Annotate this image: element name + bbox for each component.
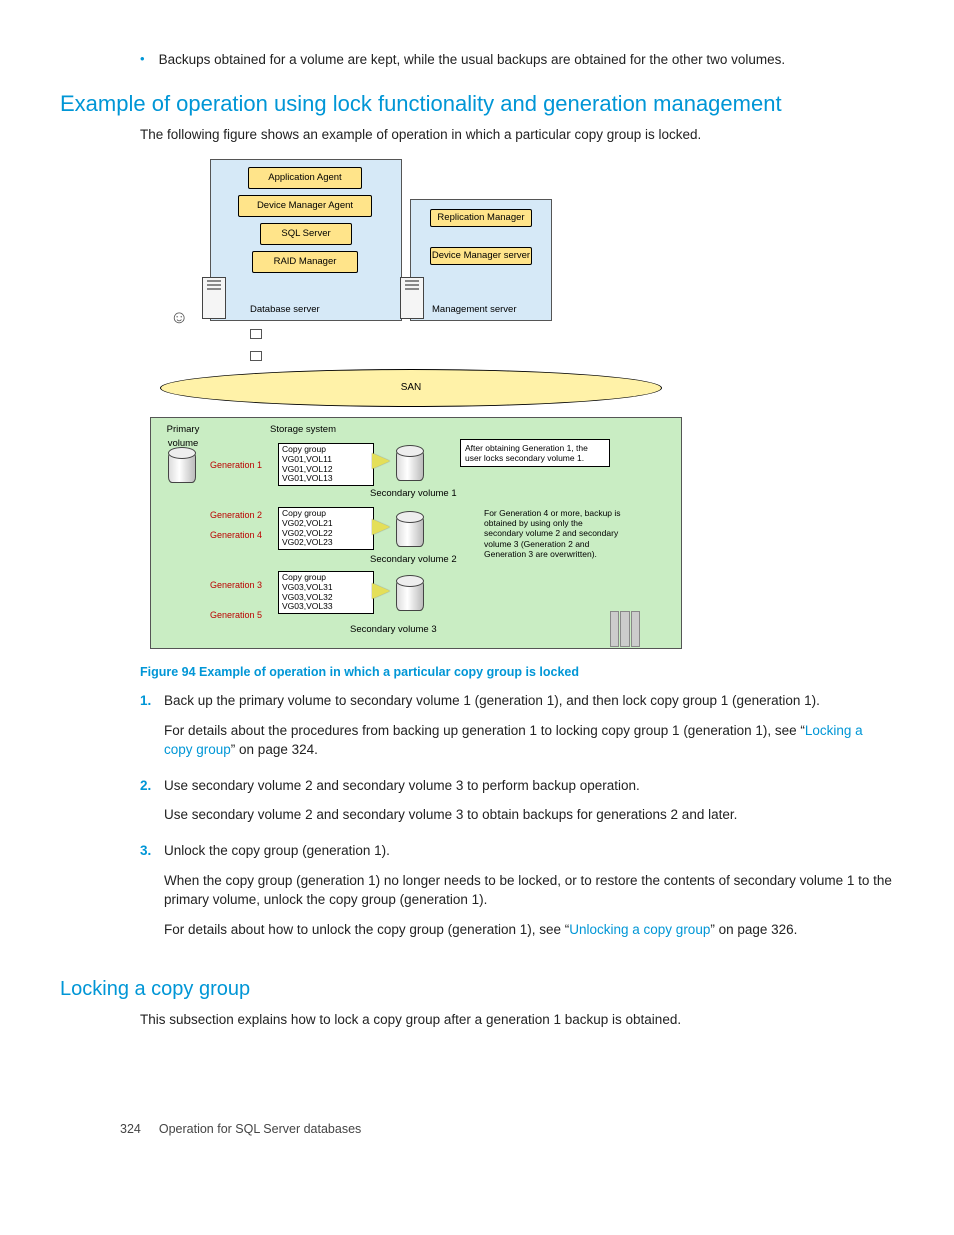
port-icon xyxy=(250,329,262,339)
label-management-server: Management server xyxy=(432,303,516,317)
text: VG02,VOL23 xyxy=(282,538,370,548)
text: ” on page 324. xyxy=(231,742,318,757)
label-secondary-volume-1: Secondary volume 1 xyxy=(370,487,457,501)
cylinder-icon xyxy=(396,445,422,479)
intro-paragraph: The following figure shows an example of… xyxy=(140,125,894,145)
text: Replication Manager xyxy=(437,212,524,223)
step-text: For details about the procedures from ba… xyxy=(164,721,894,760)
step-text: For details about how to unlock the copy… xyxy=(164,920,894,940)
figure-caption: Figure 94 Example of operation in which … xyxy=(140,663,894,681)
step-1: 1. Back up the primary volume to seconda… xyxy=(140,691,894,770)
text: For details about the procedures from ba… xyxy=(164,723,805,738)
arrow-icon xyxy=(372,583,390,599)
note-gen4: For Generation 4 or more, backup is obta… xyxy=(480,505,628,562)
label-generation-5: Generation 5 xyxy=(210,609,262,622)
bullet-item: • Backups obtained for a volume are kept… xyxy=(140,50,894,70)
bars-icon xyxy=(610,611,640,647)
step-number: 1. xyxy=(140,691,164,770)
box-device-manager-agent: Device Manager Agent xyxy=(238,195,372,217)
label-generation-2: Generation 2 xyxy=(210,509,262,522)
step-text: Use secondary volume 2 and secondary vol… xyxy=(164,776,894,796)
step-text: Unlock the copy group (generation 1). xyxy=(164,841,894,861)
step-number: 3. xyxy=(140,841,164,949)
section-heading: Example of operation using lock function… xyxy=(60,88,894,120)
procedure-list: 1. Back up the primary volume to seconda… xyxy=(140,691,894,949)
box-raid-manager: RAID Manager xyxy=(252,251,358,273)
page-number: 324 xyxy=(120,1120,141,1138)
step-text: Use secondary volume 2 and secondary vol… xyxy=(164,805,894,825)
step-2: 2. Use secondary volume 2 and secondary … xyxy=(140,776,894,835)
tower-icon xyxy=(202,277,226,319)
port-icon xyxy=(250,351,262,361)
cylinder-icon xyxy=(168,447,194,481)
copy-group-1: Copy group VG01,VOL11 VG01,VOL12 VG01,VO… xyxy=(278,443,374,486)
text: ” on page 326. xyxy=(710,922,797,937)
arrow-icon xyxy=(372,453,390,469)
text: VG01,VOL13 xyxy=(282,474,370,484)
label-database-server: Database server xyxy=(250,303,320,317)
box-application-agent: Application Agent xyxy=(248,167,362,189)
figure-94: Application Agent Device Manager Agent S… xyxy=(140,159,894,649)
text: For details about how to unlock the copy… xyxy=(164,922,569,937)
copy-group-2: Copy group VG02,VOL21 VG02,VOL22 VG02,VO… xyxy=(278,507,374,550)
label-secondary-volume-3: Secondary volume 3 xyxy=(350,623,437,637)
step-3: 3. Unlock the copy group (generation 1).… xyxy=(140,841,894,949)
arrow-icon xyxy=(372,519,390,535)
step-number: 2. xyxy=(140,776,164,835)
link-unlocking-copy-group[interactable]: Unlocking a copy group xyxy=(569,922,710,937)
subsection-intro: This subsection explains how to lock a c… xyxy=(140,1010,894,1030)
step-text: Back up the primary volume to secondary … xyxy=(164,691,894,711)
box-device-manager-server: Device Manager server xyxy=(430,247,532,265)
san-oval: SAN xyxy=(160,369,662,407)
tower-icon xyxy=(400,277,424,319)
label-generation-3: Generation 3 xyxy=(210,579,262,592)
bullet-text: Backups obtained for a volume are kept, … xyxy=(159,50,894,70)
label-secondary-volume-2: Secondary volume 2 xyxy=(370,553,457,567)
cylinder-icon xyxy=(396,511,422,545)
subsection-heading: Locking a copy group xyxy=(60,975,894,1004)
box-replication-manager: Replication Manager xyxy=(430,209,532,227)
cylinder-icon xyxy=(396,575,422,609)
bullet-icon: • xyxy=(140,50,145,70)
diagram: Application Agent Device Manager Agent S… xyxy=(140,159,680,649)
user-icon: ☺ xyxy=(170,304,188,330)
page-footer: 324 Operation for SQL Server databases xyxy=(60,1120,894,1138)
note-lock: After obtaining Generation 1, the user l… xyxy=(460,439,610,467)
step-text: When the copy group (generation 1) no lo… xyxy=(164,871,894,910)
copy-group-3: Copy group VG03,VOL31 VG03,VOL32 VG03,VO… xyxy=(278,571,374,614)
label-storage-system: Storage system xyxy=(270,423,336,437)
label-generation-4: Generation 4 xyxy=(210,529,262,542)
box-sql-server: SQL Server xyxy=(260,223,352,245)
label-generation-1: Generation 1 xyxy=(210,459,262,472)
text: VG03,VOL33 xyxy=(282,602,370,612)
footer-title: Operation for SQL Server databases xyxy=(159,1120,361,1138)
text: Device Manager server xyxy=(432,250,530,261)
